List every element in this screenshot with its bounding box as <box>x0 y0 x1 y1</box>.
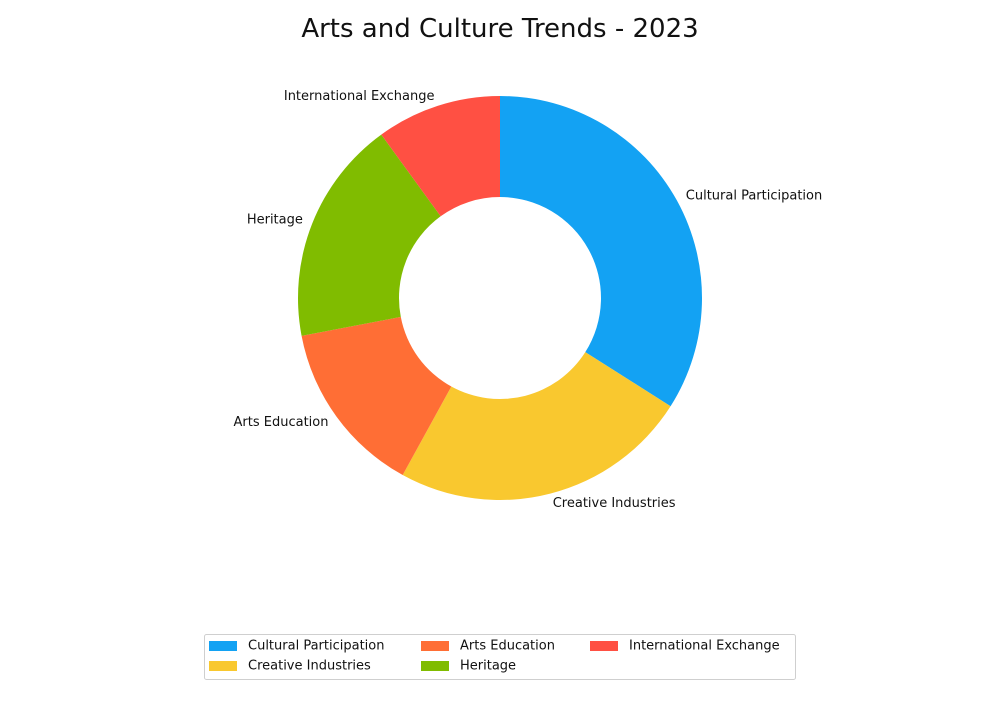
slice-cultural-participation <box>500 96 702 407</box>
slice-label-heritage: Heritage <box>247 212 303 227</box>
legend-swatch-international-exchange <box>590 641 618 651</box>
chart-legend: Cultural Participation Creative Industrie… <box>204 634 796 680</box>
legend-label-heritage: Heritage <box>460 659 516 674</box>
chart-canvas: Arts and Culture Trends - 2023 Cultural … <box>204 14 822 680</box>
donut-chart: Arts and Culture Trends - 2023 Cultural … <box>0 0 1000 700</box>
slice-label-arts-education: Arts Education <box>234 415 329 430</box>
legend-swatch-cultural-participation <box>209 641 237 651</box>
slice-label-creative-industries: Creative Industries <box>553 496 676 511</box>
chart-title: Arts and Culture Trends - 2023 <box>301 14 698 44</box>
slice-label-international-exchange: International Exchange <box>284 89 435 104</box>
legend-label-arts-education: Arts Education <box>460 639 555 654</box>
chart-slices <box>297 96 702 500</box>
legend-swatch-heritage <box>421 661 449 671</box>
slice-label-cultural-participation: Cultural Participation <box>686 188 822 203</box>
legend-swatch-creative-industries <box>209 661 237 671</box>
legend-label-creative-industries: Creative Industries <box>248 659 371 674</box>
legend-label-international-exchange: International Exchange <box>629 639 780 654</box>
legend-label-cultural-participation: Cultural Participation <box>248 639 384 654</box>
legend-swatch-arts-education <box>421 641 449 651</box>
